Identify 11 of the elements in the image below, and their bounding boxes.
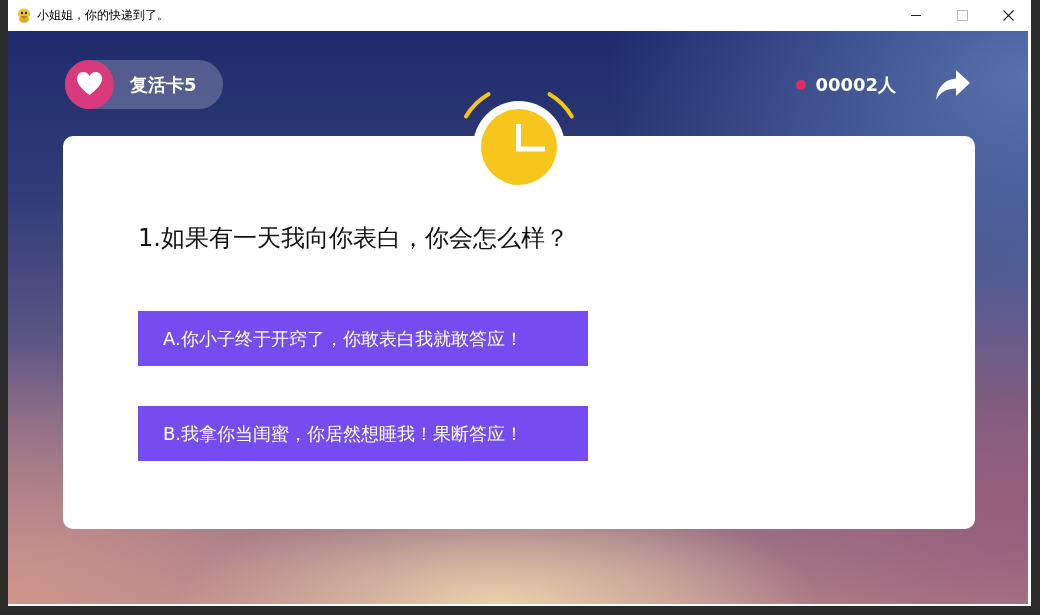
app-icon — [17, 8, 31, 23]
status-dot-icon — [796, 79, 807, 90]
answer-option-button[interactable]: A.你小子终于开窍了，你敢表白我就敢答应！ — [138, 311, 588, 366]
share-icon[interactable] — [936, 69, 970, 100]
close-icon — [1002, 10, 1014, 21]
maximize-icon — [956, 10, 968, 21]
player-count: 00002人 — [815, 72, 896, 97]
answer-option-button[interactable]: B.我拿你当闺蜜，你居然想睡我！果断答应！ — [138, 406, 588, 461]
window-title: 小姐姐，你的快递到了。 — [37, 7, 169, 24]
question-text: 1.如果有一天我向你表白，你会怎么样？ — [138, 223, 569, 254]
revive-card-count: 复活卡5 — [130, 72, 197, 97]
